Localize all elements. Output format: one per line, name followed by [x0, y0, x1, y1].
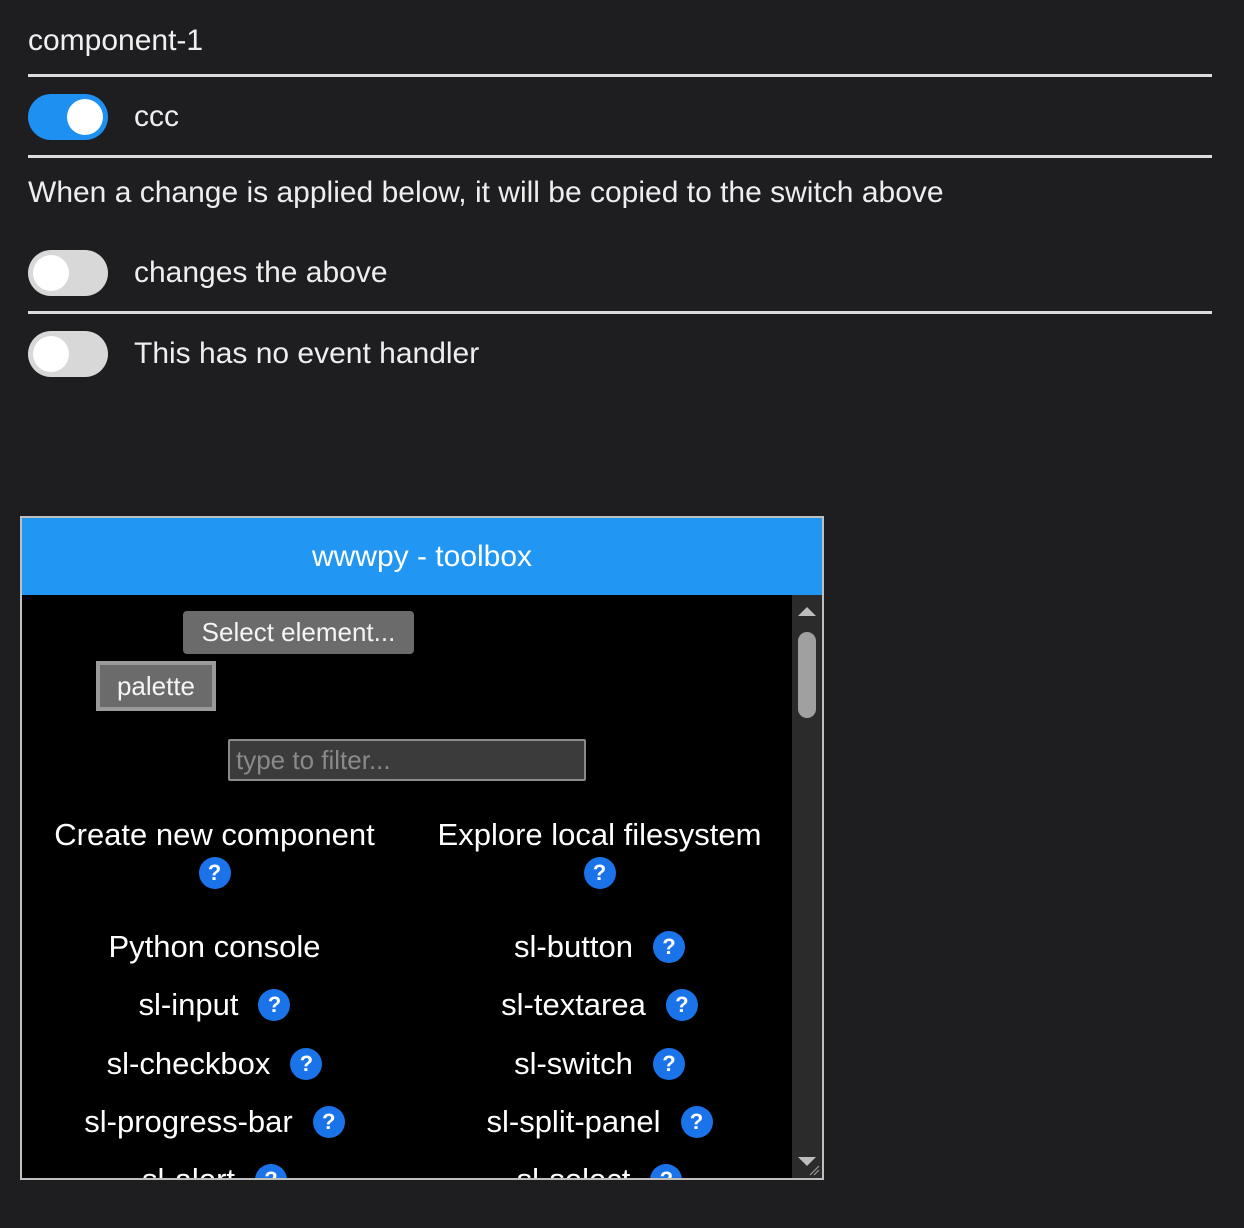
switch-label: This has no event handler	[134, 337, 480, 370]
palette-item-label: sl-alert	[141, 1162, 235, 1180]
switch-row-no-handler: This has no event handler	[28, 331, 479, 377]
resize-grip-icon[interactable]	[808, 1164, 820, 1176]
filter-input[interactable]	[228, 739, 586, 781]
switch-knob	[33, 255, 69, 291]
toolbox-title: wwwpy - toolbox	[311, 539, 533, 573]
palette-item-explore-filesystem[interactable]: Explore local filesystem ?	[407, 813, 792, 893]
toolbox-scrollbar[interactable]	[792, 595, 822, 1178]
info-text: When a change is applied below, it will …	[28, 176, 944, 209]
help-icon[interactable]: ?	[652, 1048, 685, 1080]
switch-label: ccc	[134, 100, 179, 133]
palette-item-label: sl-select	[516, 1162, 631, 1180]
ccc-switch[interactable]	[28, 94, 108, 140]
palette-item-sl-alert[interactable]: sl-alert ?	[22, 1157, 407, 1180]
palette-item-sl-select[interactable]: sl-select ?	[407, 1157, 792, 1180]
toolbox-title-bar[interactable]: wwwpy - toolbox	[22, 518, 822, 595]
palette-button-frame: palette	[96, 661, 216, 711]
palette-item-create-component[interactable]: Create new component ?	[22, 813, 407, 893]
palette-item-sl-button[interactable]: sl-button ?	[407, 924, 792, 970]
no-handler-switch[interactable]	[28, 331, 108, 377]
toolbox-body: Select element... palette Create new com…	[22, 595, 792, 1178]
help-icon[interactable]: ?	[258, 989, 291, 1021]
switch-row-changes-above: changes the above	[28, 250, 388, 296]
help-icon[interactable]: ?	[665, 989, 698, 1021]
palette-item-sl-checkbox[interactable]: sl-checkbox ?	[22, 1041, 407, 1087]
palette-item-label: sl-checkbox	[106, 1046, 271, 1081]
help-icon[interactable]: ?	[650, 1164, 683, 1178]
palette-item-python-console[interactable]: Python console	[22, 924, 407, 970]
divider	[28, 74, 1212, 77]
palette-item-label: sl-textarea	[501, 987, 646, 1022]
palette-item-sl-progress-bar[interactable]: sl-progress-bar ?	[22, 1099, 407, 1145]
palette-item-sl-textarea[interactable]: sl-textarea ?	[407, 982, 792, 1028]
help-icon[interactable]: ?	[255, 1164, 287, 1178]
palette-item-label: sl-button	[514, 929, 633, 964]
palette-item-label: Create new component	[54, 817, 375, 852]
palette-item-label: Explore local filesystem	[437, 817, 762, 852]
palette-item-label: Python console	[108, 929, 321, 964]
help-icon[interactable]: ?	[312, 1106, 345, 1138]
palette-item-label: sl-switch	[514, 1046, 633, 1081]
help-icon[interactable]: ?	[680, 1106, 713, 1138]
palette-item-sl-switch[interactable]: sl-switch ?	[407, 1041, 792, 1087]
scroll-thumb[interactable]	[798, 632, 816, 718]
toolbox-window: wwwpy - toolbox Select element... palett…	[20, 516, 824, 1180]
switch-row-ccc: ccc	[28, 94, 179, 140]
help-icon[interactable]: ?	[583, 857, 616, 889]
help-icon[interactable]: ?	[290, 1048, 323, 1080]
triangle-up-icon[interactable]	[798, 607, 816, 616]
switch-knob	[33, 336, 69, 372]
changes-above-switch[interactable]	[28, 250, 108, 296]
palette-item-sl-input[interactable]: sl-input ?	[22, 982, 407, 1028]
divider	[28, 155, 1212, 158]
help-icon[interactable]: ?	[652, 931, 685, 963]
page: component-1 ccc When a change is applied…	[0, 0, 1244, 1228]
palette-item-sl-split-panel[interactable]: sl-split-panel ?	[407, 1099, 792, 1145]
palette-button[interactable]: palette	[100, 665, 212, 707]
page-title: component-1	[28, 24, 204, 57]
help-icon[interactable]: ?	[198, 857, 231, 889]
palette-item-label: sl-progress-bar	[84, 1104, 293, 1139]
switch-knob	[67, 99, 103, 135]
divider	[28, 311, 1212, 314]
palette-item-label: sl-input	[138, 987, 239, 1022]
select-element-button[interactable]: Select element...	[183, 611, 414, 654]
switch-label: changes the above	[134, 256, 388, 289]
palette-item-label: sl-split-panel	[486, 1104, 661, 1139]
